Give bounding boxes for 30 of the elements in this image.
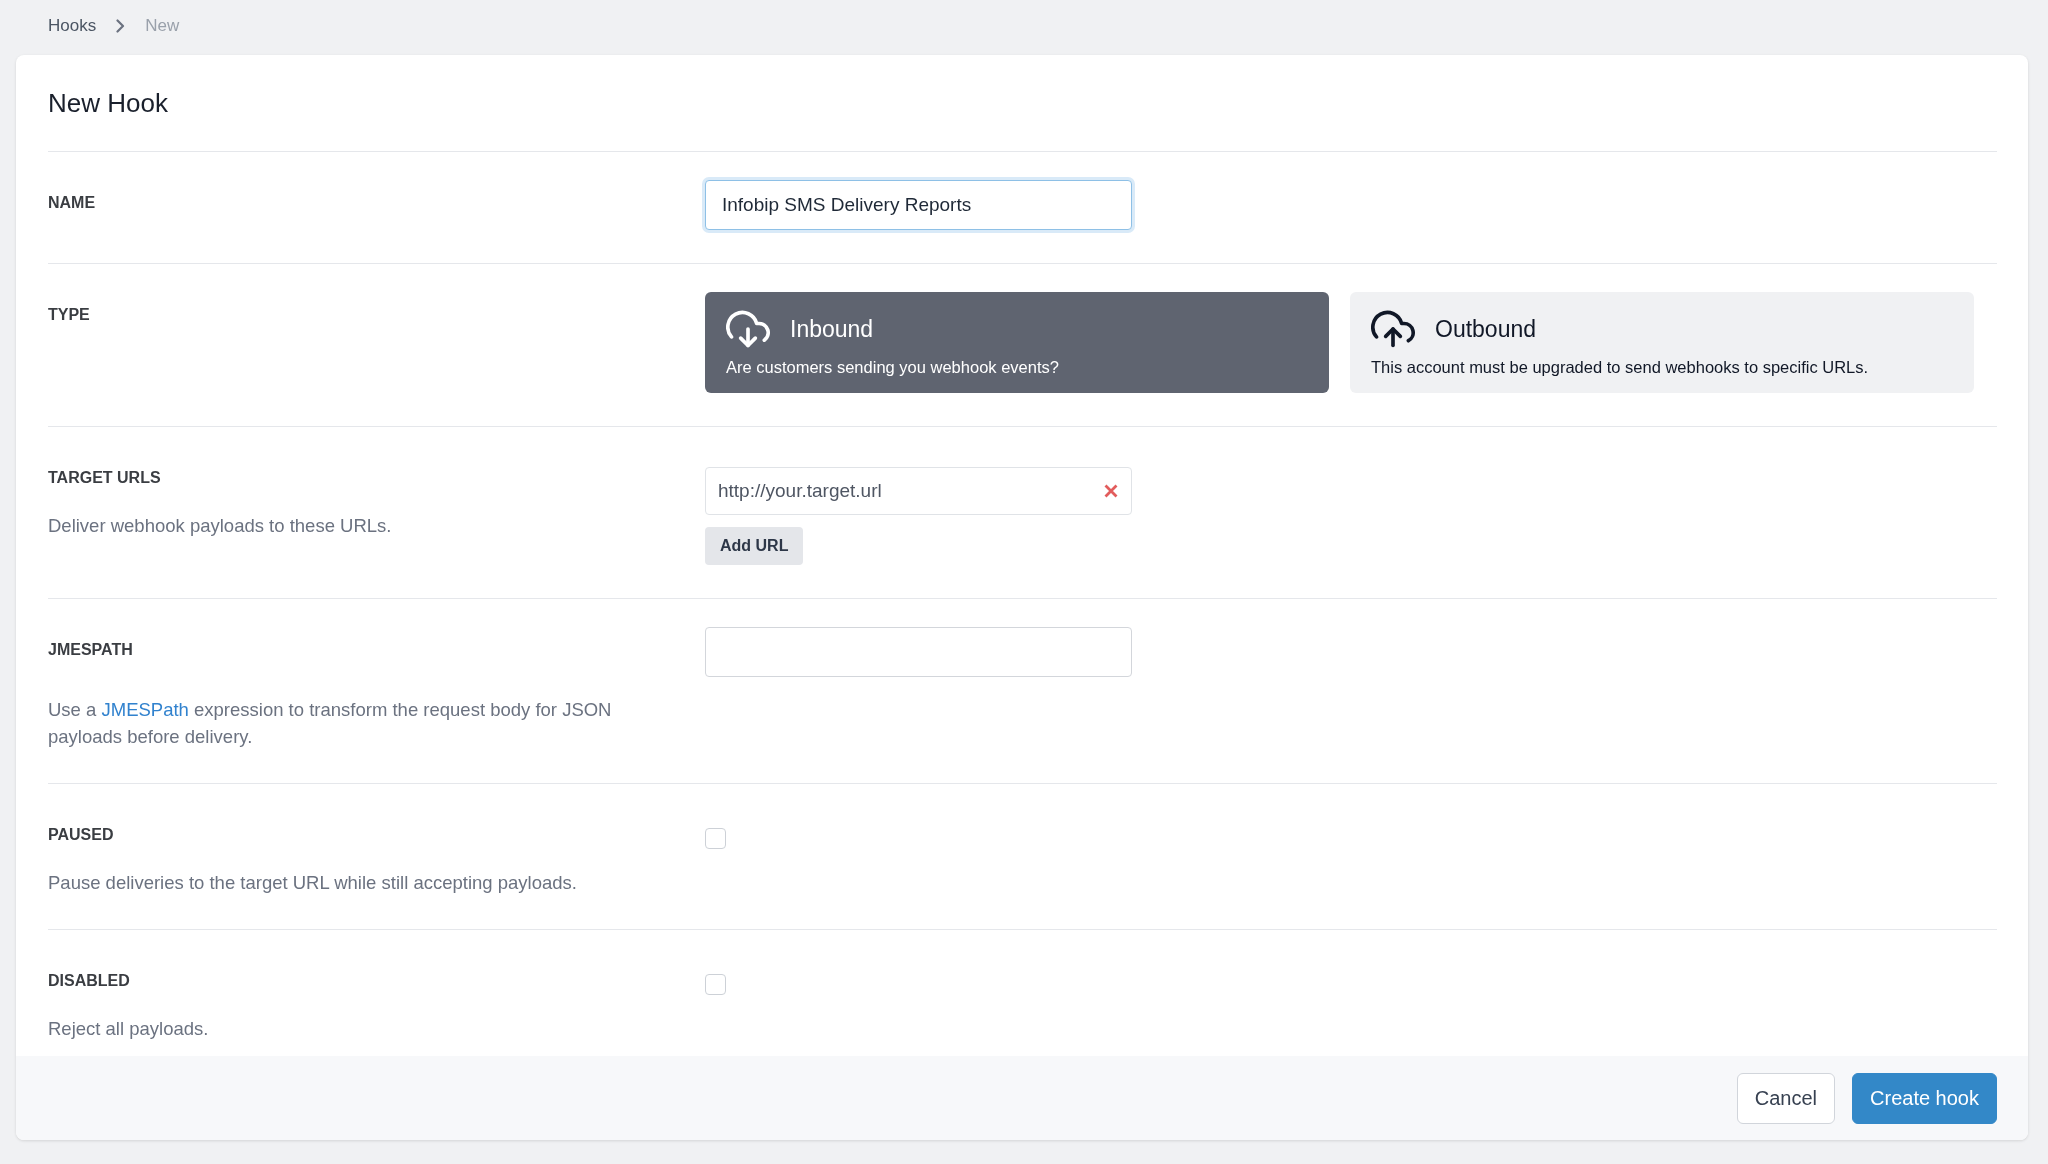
breadcrumb-link[interactable]: Hooks <box>48 16 97 36</box>
checkbox[interactable] <box>705 828 726 849</box>
text-input[interactable] <box>705 627 1132 677</box>
submit-button[interactable]: Create hook <box>1852 1073 1997 1124</box>
field-description: Reject all payloads. <box>48 1017 210 1041</box>
field-description: Deliver webhook payloads to these URLs. <box>48 514 393 538</box>
field-label: JMESPATH <box>48 640 134 660</box>
option-title: Inbound <box>790 315 874 343</box>
field-description: Pause deliveries to the target URL while still accepting payloads. <box>48 871 578 895</box>
page-title: New Hook <box>48 55 1997 152</box>
field-label: TARGET URLS <box>48 468 162 488</box>
field-label: NAME <box>48 193 97 213</box>
close-icon[interactable] <box>1104 484 1118 498</box>
field-label: TYPE <box>48 305 91 325</box>
checkbox[interactable] <box>705 974 726 995</box>
option-description: This account must be upgraded to send webhooks to specific URLs. <box>1371 357 1870 378</box>
type-option-card[interactable]: Inbound Are customers sending you webhook events? <box>705 292 1329 393</box>
url-input[interactable]: http://your.target.url <box>705 467 1132 515</box>
jmespath-link[interactable]: JMESPath <box>101 699 189 720</box>
field-description: Use a JMESPath expression to transform the request body for JSON payloads before delivery. <box>48 698 613 749</box>
type-option-card[interactable]: Outbound This account must be upgraded to send webhooks to specific URLs. <box>1350 292 1974 393</box>
option-title: Outbound <box>1435 315 1537 343</box>
breadcrumb-current: New <box>145 16 180 36</box>
field-label: DISABLED <box>48 971 131 991</box>
cancel-button[interactable]: Cancel <box>1736 1073 1836 1124</box>
add-url-button[interactable]: Add URL <box>705 527 804 565</box>
field-label: PAUSED <box>48 825 115 845</box>
text-input[interactable]: Infobip SMS Delivery Reports <box>705 180 1132 230</box>
chevron-right-icon <box>116 19 126 33</box>
option-description: Are customers sending you webhook events? <box>726 357 1060 378</box>
